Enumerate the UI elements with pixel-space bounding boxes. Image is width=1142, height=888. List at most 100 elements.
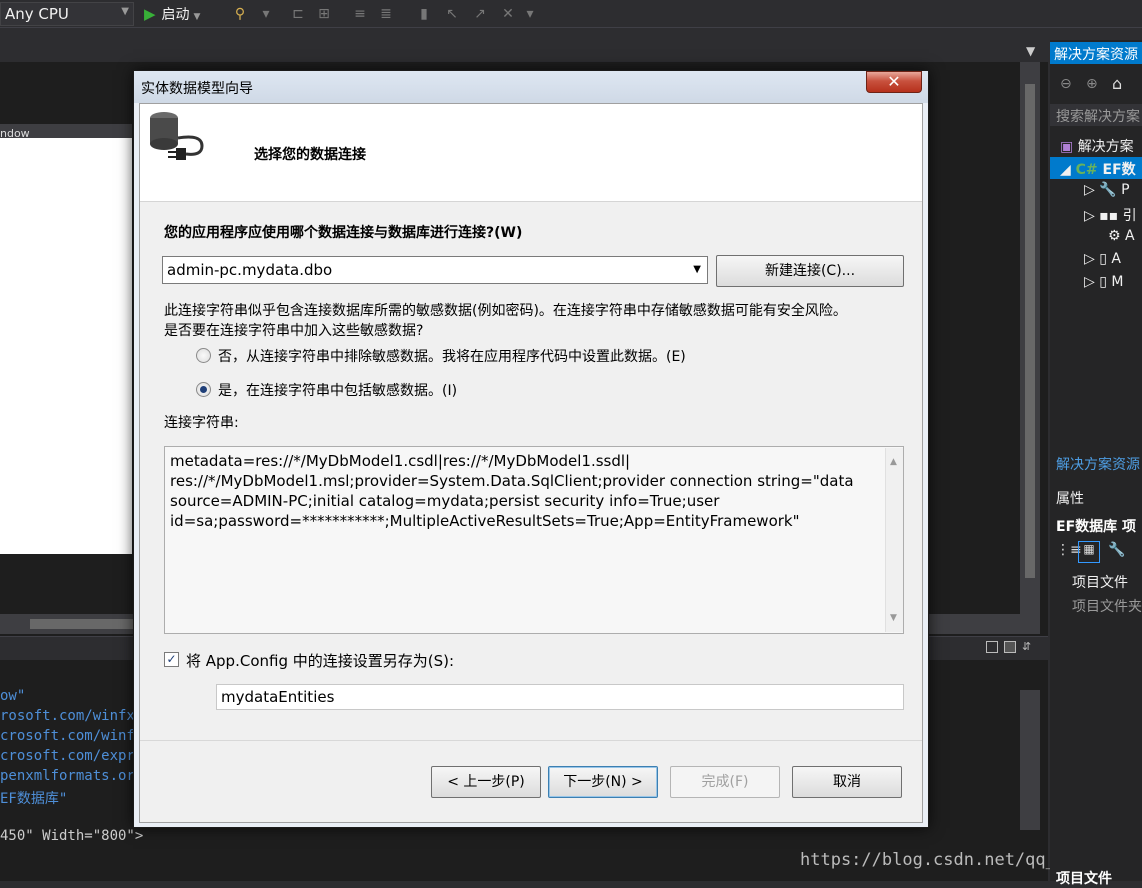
- wizard-header: 选择您的数据连接: [140, 104, 922, 202]
- code-line: crosoft.com/winfx: [0, 728, 144, 744]
- dialog-body: 选择您的数据连接 您的应用程序应使用哪个数据连接与数据库进行连接?(W) adm…: [139, 103, 923, 823]
- prev-bookmark-icon[interactable]: ↖: [442, 4, 462, 24]
- start-label: 启动: [161, 7, 190, 23]
- connection-question: 您的应用程序应使用哪个数据连接与数据库进行连接?(W): [164, 225, 523, 241]
- project-node[interactable]: ◢ C# EF数: [1060, 159, 1136, 179]
- scroll-down-icon[interactable]: ▼: [890, 608, 897, 628]
- code-line: penxmlformats.org: [0, 768, 144, 784]
- property-description: 项目文件: [1056, 871, 1112, 887]
- database-connection-icon: [150, 112, 204, 160]
- project-label: EF数: [1102, 162, 1136, 178]
- back-icon[interactable]: ⊖: [1060, 76, 1072, 92]
- connection-string-line: metadata=res://*/MyDbModel1.csdl|res://*…: [170, 452, 631, 470]
- include-sensitive-label[interactable]: 是，在连接字符串中包括敏感数据。(I): [218, 380, 457, 400]
- code-line: EF数据库": [0, 791, 68, 807]
- comment-icon[interactable]: ≡: [350, 4, 370, 24]
- properties-title: 属性: [1056, 491, 1084, 507]
- tree-label: P: [1121, 182, 1130, 198]
- sensitive-data-warning: 此连接字符串似乎包含连接数据库所需的敏感数据(例如密码)。在连接字符串中存储敏感…: [164, 303, 847, 319]
- property-pages-icon[interactable]: ▦: [1078, 541, 1100, 563]
- solution-search-input[interactable]: 搜索解决方案: [1050, 104, 1142, 126]
- config-icon: ⚙: [1108, 228, 1121, 244]
- uncomment-icon[interactable]: ≣: [376, 4, 396, 24]
- tree-item-app-config[interactable]: ⚙ A: [1108, 228, 1135, 244]
- new-connection-button[interactable]: 新建连接(C)...: [716, 255, 904, 287]
- split-vertical-icon[interactable]: [986, 641, 998, 653]
- sensitive-data-question: 是否要在连接字符串中加入这些敏感数据?: [164, 323, 424, 339]
- dialog-titlebar[interactable]: [134, 71, 928, 103]
- toolbar-overflow-icon[interactable]: ▾: [520, 4, 540, 24]
- csharp-project-icon: C#: [1075, 162, 1098, 178]
- window-preview[interactable]: [0, 124, 132, 554]
- previous-button[interactable]: < 上一步(P): [431, 766, 541, 798]
- tree-item-app-xaml[interactable]: ▷ ▯ A: [1084, 251, 1121, 267]
- platform-combo[interactable]: Any CPU ▼: [0, 2, 134, 26]
- save-connection-checkbox[interactable]: ✓: [164, 652, 179, 667]
- toolbar-dropdown-icon[interactable]: ▾: [256, 4, 276, 24]
- code-line: 450" Width="800">: [0, 828, 144, 844]
- tree-label: M: [1111, 274, 1124, 290]
- connection-value: admin-pc.mydata.dbo: [167, 261, 333, 279]
- wizard-step-title: 选择您的数据连接: [254, 147, 366, 163]
- finish-button[interactable]: 完成(F): [670, 766, 780, 798]
- code-line: rosoft.com/winfx/2: [0, 708, 152, 724]
- horizontal-scroll-thumb[interactable]: [30, 619, 140, 629]
- designer-scroll-thumb[interactable]: [1025, 84, 1035, 578]
- code-line: crosoft.com/expre: [0, 748, 144, 764]
- layout-icon[interactable]: ⊞: [314, 4, 334, 24]
- forward-icon[interactable]: ⊕: [1086, 76, 1098, 92]
- tree-item-properties[interactable]: ▷ 🔧 P: [1084, 182, 1130, 198]
- entity-data-model-wizard: 实体数据模型向导 ✕ 选择您的数据连接 您的应用程序应使用哪个数据连接与数据库进…: [133, 70, 929, 828]
- window-dropdown-icon[interactable]: ▼: [1026, 44, 1035, 58]
- button-separator: [140, 740, 922, 741]
- dialog-title: 实体数据模型向导: [141, 81, 253, 97]
- code-line: ow": [0, 688, 26, 704]
- tree-item-main-window[interactable]: ▷ ▯ M: [1084, 274, 1123, 290]
- xaml-file-icon: ▯: [1099, 251, 1107, 267]
- cancel-button[interactable]: 取消: [792, 766, 902, 798]
- platform-value: Any CPU: [5, 5, 69, 23]
- save-connection-label[interactable]: 将 App.Config 中的连接设置另存为(S):: [186, 650, 454, 671]
- exclude-sensitive-label[interactable]: 否，从连接字符串中排除敏感数据。我将在应用程序代码中设置此数据。(E): [218, 346, 686, 366]
- connection-select[interactable]: admin-pc.mydata.dbo ▼: [162, 256, 708, 284]
- tree-label: A: [1111, 251, 1121, 267]
- entity-name-input[interactable]: mydataEntities: [216, 684, 904, 710]
- close-icon: ✕: [887, 72, 901, 91]
- play-icon: ▶: [144, 5, 156, 23]
- solution-explorer-bottom-tab[interactable]: 解决方案资源: [1050, 452, 1142, 474]
- wrench-icon: 🔧: [1099, 182, 1117, 198]
- connection-string-scrollbar[interactable]: ▲ ▼: [885, 448, 903, 632]
- solution-explorer-tab[interactable]: 解决方案资源: [1050, 42, 1142, 64]
- property-row[interactable]: 项目文件夹: [1050, 594, 1142, 618]
- collapse-icon[interactable]: ◢: [1060, 162, 1071, 178]
- bookmark-icon[interactable]: ▮: [414, 4, 434, 24]
- connection-string-textbox[interactable]: metadata=res://*/MyDbModel1.csdl|res://*…: [164, 446, 904, 634]
- wrench-icon[interactable]: 🔧: [1108, 542, 1125, 558]
- tree-label: 引: [1122, 208, 1137, 224]
- xaml-vertical-scrollbar[interactable]: [1020, 690, 1040, 830]
- align-icon[interactable]: ⊏: [288, 4, 308, 24]
- solution-icon: ▣: [1060, 139, 1074, 155]
- exclude-sensitive-radio[interactable]: [196, 348, 211, 363]
- window-title-preview: ndow: [0, 127, 30, 140]
- property-row[interactable]: 项目文件: [1050, 570, 1142, 592]
- scroll-up-icon[interactable]: ▲: [890, 452, 897, 472]
- find-in-files-icon[interactable]: ⚲: [230, 4, 250, 24]
- include-sensitive-radio[interactable]: [196, 382, 211, 397]
- clear-bookmarks-icon[interactable]: ✕: [498, 4, 518, 24]
- solution-label: 解决方案: [1077, 139, 1134, 155]
- start-button[interactable]: ▶ 启动 ▼: [144, 3, 200, 25]
- solution-node[interactable]: ▣ 解决方案: [1060, 136, 1134, 156]
- start-dropdown-icon[interactable]: ▼: [194, 12, 201, 22]
- connection-string-label: 连接字符串:: [164, 415, 239, 431]
- next-bookmark-icon[interactable]: ↗: [470, 4, 490, 24]
- next-button[interactable]: 下一步(N) >: [548, 766, 658, 798]
- chevron-down-icon: ▼: [121, 6, 129, 17]
- close-button[interactable]: ✕: [866, 71, 922, 93]
- reference-icon: ▪▪: [1099, 208, 1119, 224]
- swap-panes-icon[interactable]: ⇵: [1022, 640, 1031, 653]
- split-horizontal-icon[interactable]: [1004, 641, 1016, 653]
- tree-item-references[interactable]: ▷ ▪▪ 引: [1084, 205, 1137, 225]
- home-icon[interactable]: ⌂: [1112, 74, 1122, 93]
- properties-object[interactable]: EF数据库 项: [1050, 514, 1142, 538]
